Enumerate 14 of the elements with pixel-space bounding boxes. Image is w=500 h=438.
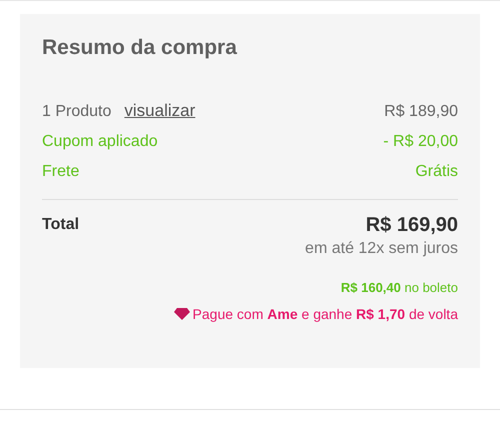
total-price: R$ 169,90 [366, 213, 458, 238]
discount-label: Cupom aplicado [42, 132, 158, 152]
installments-text: em até 12x sem juros [305, 239, 458, 259]
item-label: 1 Produto [42, 102, 112, 122]
cashback-text: Pague com Ame e ganhe R$ 1,70 de volta [192, 306, 458, 322]
gem-icon [174, 308, 190, 320]
discount-value: Grátis [415, 162, 458, 182]
discount-label: Frete [42, 162, 80, 182]
item-price: R$ 189,90 [384, 102, 458, 122]
summary-title: Resumo da compra [42, 36, 238, 60]
view-link[interactable]: visualizar [124, 96, 196, 126]
discount-value: - R$ 20,00 [383, 132, 458, 152]
boleto-price: R$ 160,40 no boleto [340, 280, 458, 295]
total-label: Total [42, 216, 80, 234]
